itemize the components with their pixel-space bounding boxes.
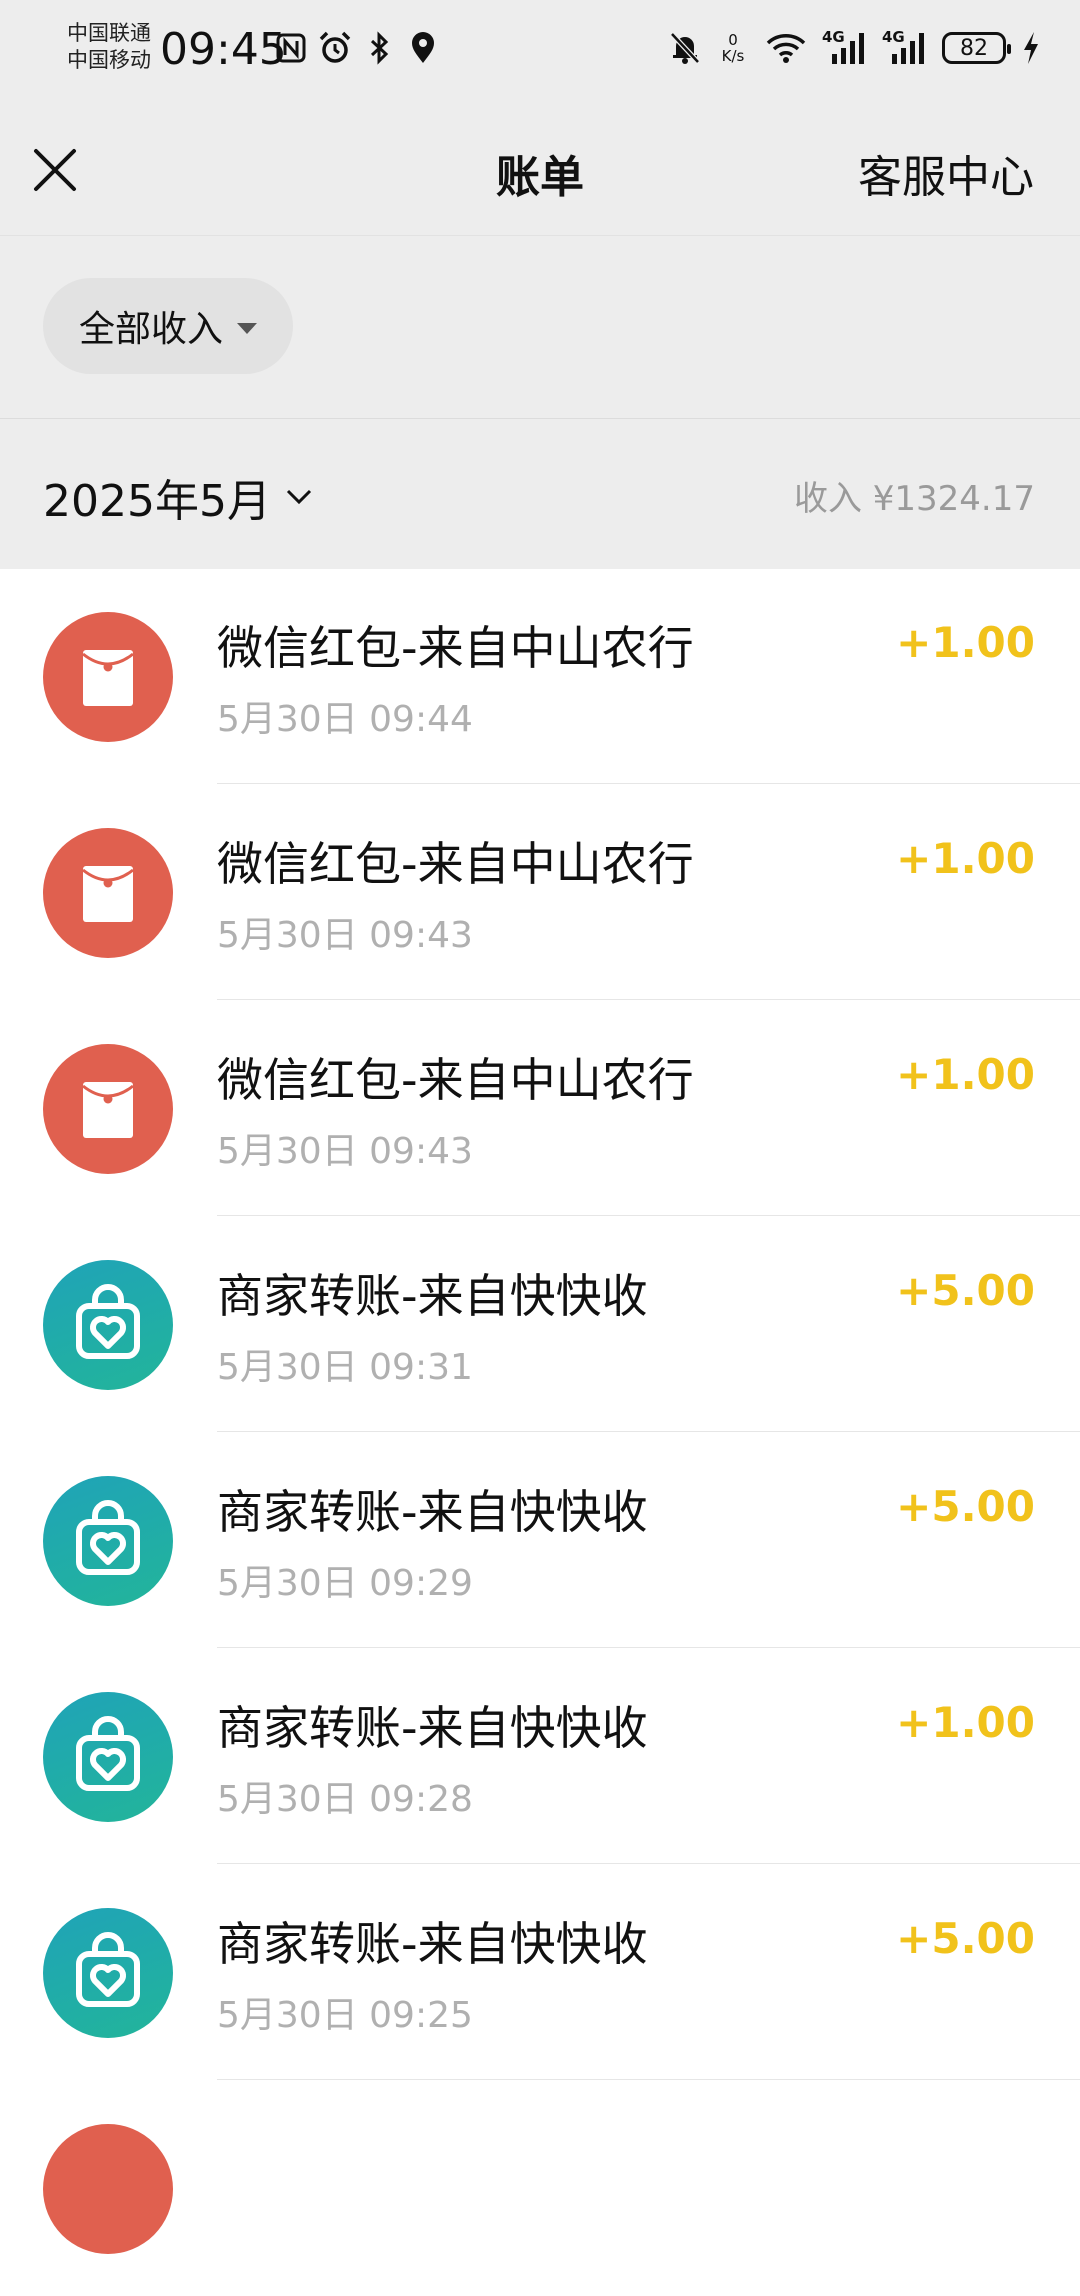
battery-indicator: 82 [942,32,1011,64]
app-header: 账单 客服中心 [0,105,1080,235]
network-speed: 0 K/s [716,32,750,64]
transaction-time: 5月30日 09:28 [217,1779,473,1820]
month-label: 2025年5月 [43,476,271,527]
customer-service-button[interactable]: 客服中心 [858,141,1034,205]
merchant-bag-icon [43,1908,173,2038]
transaction-amount: +5.00 [896,1266,1035,1315]
red-packet-icon [43,1044,173,1174]
transaction-time: 5月30日 09:29 [217,1563,473,1604]
transaction-title: 商家转账-来自快快收 [217,1917,648,1971]
mute-bell-icon [670,32,700,64]
transaction-row[interactable]: 商家转账-来自快快收 5月30日 09:29 +5.00 [0,1432,1080,1648]
transaction-title: 商家转账-来自快快收 [217,1701,648,1755]
month-header: 2025年5月 收入 ¥1324.17 [0,418,1080,569]
transaction-time: 5月30日 09:31 [217,1347,473,1388]
red-packet-icon [43,2124,173,2254]
transaction-amount: +5.00 [896,1482,1035,1531]
network-speed-value: 0 [728,31,738,49]
red-packet-icon [43,828,173,958]
transaction-row[interactable]: 微信红包-来自中山农行 5月30日 09:43 +1.00 [0,784,1080,1000]
filter-section: 全部收入 [0,235,1080,419]
transaction-title: 微信红包-来自中山农行 [217,837,694,891]
merchant-bag-icon [43,1260,173,1390]
month-selector[interactable]: 2025年5月 [43,465,313,529]
transaction-title: 微信红包-来自中山农行 [217,1053,694,1107]
status-time: 09:45 [160,24,287,75]
wifi-icon [766,34,806,63]
bluetooth-icon [370,31,389,65]
filter-label: 全部收入 [78,309,223,350]
transaction-amount: +5.00 [896,1914,1035,1963]
chevron-down-icon [286,489,312,505]
transaction-time: 5月30日 09:43 [217,1131,473,1172]
transaction-row[interactable]: 商家转账-来自快快收 5月30日 09:31 +5.00 [0,1216,1080,1432]
transaction-amount: +1.00 [896,834,1035,883]
transaction-row-partial[interactable] [0,2080,1080,2296]
month-income-total: 收入 ¥1324.17 [793,479,1035,519]
transaction-amount: +1.00 [896,618,1035,667]
status-right-icons: 0 K/s 4G 4G 82 [668,28,1042,66]
network-speed-unit: K/s [721,47,745,65]
red-packet-icon [43,612,173,742]
merchant-bag-icon [43,1692,173,1822]
signal-bars-icon [832,33,864,64]
charging-icon [1024,32,1038,64]
transaction-row[interactable]: 商家转账-来自快快收 5月30日 09:25 +5.00 [0,1864,1080,2080]
carrier-info: 中国联通 中国移动 [67,20,151,74]
caret-down-icon [237,322,257,334]
battery-level: 82 [960,35,988,61]
status-bar: 中国联通 中国移动 09:45 0 K/s 4G 4G 82 [0,0,1080,105]
transaction-amount: +1.00 [896,1698,1035,1747]
transaction-row[interactable]: 商家转账-来自快快收 5月30日 09:28 +1.00 [0,1648,1080,1864]
alarm-icon [319,31,351,63]
transaction-time: 5月30日 09:44 [217,699,473,740]
carrier-1: 中国联通 [67,21,151,45]
transaction-title: 商家转账-来自快快收 [217,1485,648,1539]
transaction-time: 5月30日 09:25 [217,1995,473,2036]
transaction-row[interactable]: 微信红包-来自中山农行 5月30日 09:44 +1.00 [0,568,1080,784]
income-filter-dropdown[interactable]: 全部收入 [43,278,293,374]
transaction-row[interactable]: 微信红包-来自中山农行 5月30日 09:43 +1.00 [0,1000,1080,1216]
signal-bars-icon [892,33,924,64]
nfc-icon [276,33,306,63]
carrier-2: 中国移动 [67,48,151,72]
status-left-icons [274,30,440,66]
transaction-title: 商家转账-来自快快收 [217,1269,648,1323]
transaction-title: 微信红包-来自中山农行 [217,621,694,675]
merchant-bag-icon [43,1476,173,1606]
location-icon [412,32,434,63]
signal-4g-1: 4G [822,28,868,66]
transaction-time: 5月30日 09:43 [217,915,473,956]
signal-4g-2: 4G [882,28,928,66]
transaction-list: 微信红包-来自中山农行 5月30日 09:44 +1.00 微信红包-来自中山农… [0,568,1080,2296]
transaction-amount: +1.00 [896,1050,1035,1099]
